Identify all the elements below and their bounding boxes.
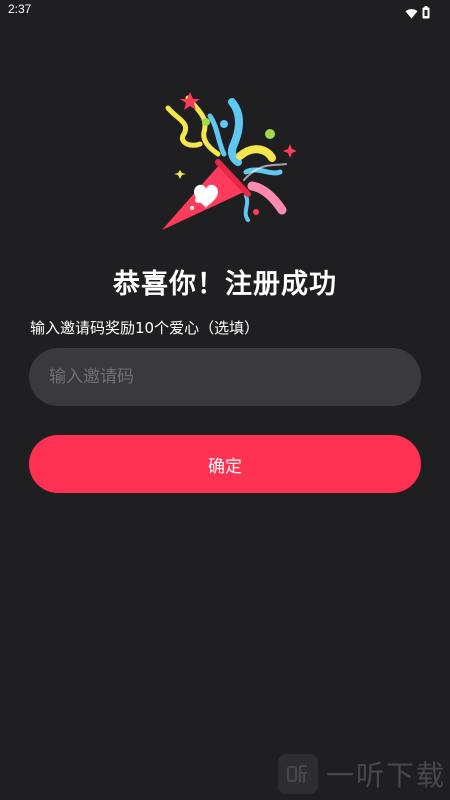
status-icons <box>405 4 430 23</box>
status-bar: 2:37 <box>0 0 450 22</box>
confirm-button[interactable]: 确定 <box>29 435 421 493</box>
page-title: 恭喜你！注册成功 <box>113 269 337 301</box>
watermark: 一听下载 <box>277 754 446 794</box>
status-time: 2:37 <box>8 2 32 16</box>
party-popper-illustration <box>160 92 297 232</box>
invite-code-label: 输入邀请码奖励10个爱心（选填） <box>30 319 260 337</box>
invite-code-input[interactable] <box>29 348 421 406</box>
watermark-logo <box>277 754 318 794</box>
party-popper-icon <box>162 92 297 230</box>
battery-icon <box>422 4 430 23</box>
wifi-icon <box>405 4 418 23</box>
watermark-text: 一听下载 <box>325 759 446 792</box>
registration-success-screen: 2:37 恭喜你！注册成功 输入邀请码奖励10个爱心（选填） 输入邀请码 确定 … <box>0 0 450 800</box>
